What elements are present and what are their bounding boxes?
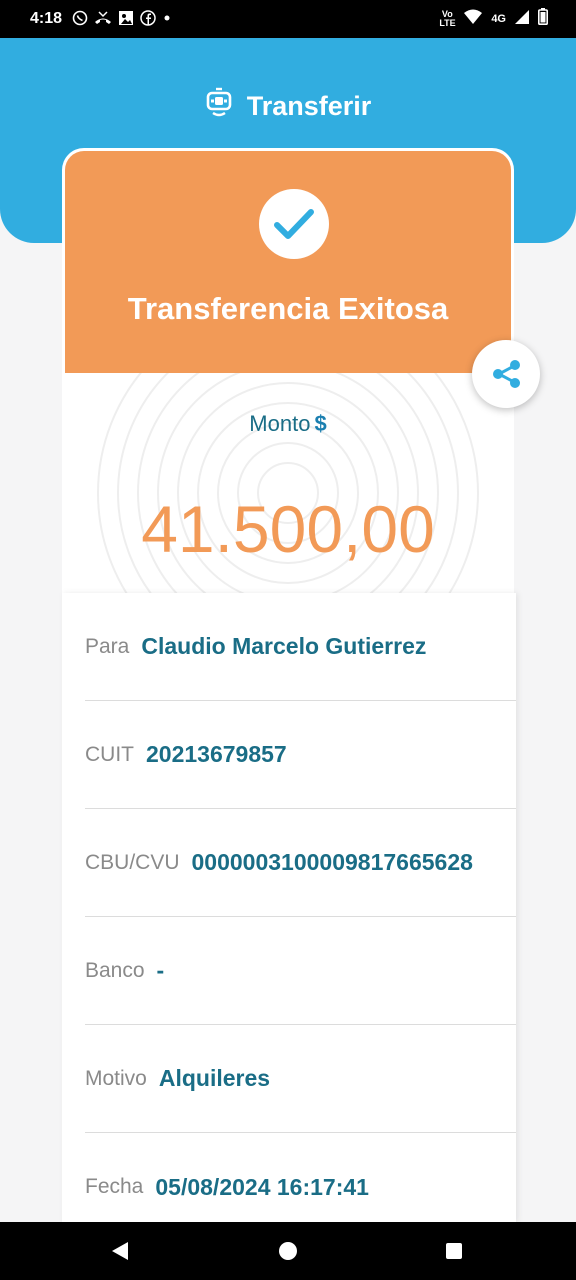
- back-icon[interactable]: [110, 1241, 130, 1261]
- header-title-bar: Transferir: [0, 86, 576, 126]
- missed-call-icon: [94, 10, 112, 28]
- signal-icon: [514, 9, 530, 30]
- detail-row-cuit: CUIT 20213679857: [85, 701, 516, 809]
- amount-value: 41.500,00: [141, 492, 435, 566]
- share-button[interactable]: [472, 340, 540, 408]
- success-card: Transferencia Exitosa: [62, 148, 514, 374]
- gallery-icon: [118, 10, 134, 28]
- detail-label: Banco: [85, 958, 145, 982]
- detail-row-banco: Banco -: [85, 917, 516, 1025]
- detail-value: Claudio Marcelo Gutierrez: [141, 633, 427, 659]
- transfer-details: Para Claudio Marcelo Gutierrez CUIT 2021…: [62, 593, 516, 1223]
- success-badge: [259, 189, 329, 259]
- recent-apps-icon[interactable]: [446, 1243, 462, 1259]
- transfer-icon: [205, 87, 233, 126]
- wifi-icon: [463, 9, 483, 30]
- whatsapp-icon: [72, 10, 88, 28]
- detail-label: Fecha: [85, 1175, 144, 1198]
- facebook-icon: [140, 10, 156, 28]
- page-title: Transferir: [246, 90, 372, 121]
- status-left: 4:18: [30, 10, 172, 28]
- detail-value: 20213679857: [146, 741, 287, 767]
- share-icon: [493, 360, 520, 388]
- detail-label: CBU/CVU: [85, 850, 180, 874]
- detail-value: 05/08/2024 16:17:41: [155, 1173, 369, 1200]
- detail-value: 0000003100009817665628: [191, 849, 473, 875]
- detail-value: Alquileres: [158, 1065, 271, 1091]
- amount-panel: Monto $ 41.500,00: [62, 373, 514, 593]
- amount-label-text: Monto: [249, 411, 311, 436]
- detail-label: Para: [85, 634, 130, 658]
- status-bar: 4:18 Vo LTE 4G: [0, 0, 576, 38]
- status-time: 4:18: [30, 10, 63, 27]
- volte-indicator: Vo LTE: [439, 9, 456, 28]
- detail-label: CUIT: [85, 742, 134, 766]
- detail-row-para: Para Claudio Marcelo Gutierrez: [85, 593, 516, 701]
- status-right: Vo LTE 4G: [439, 8, 548, 30]
- detail-label: Motivo: [85, 1066, 147, 1090]
- battery-icon: [538, 8, 548, 30]
- detail-value: -: [156, 957, 165, 983]
- amount-label: Monto $: [62, 411, 514, 437]
- check-icon: [274, 209, 314, 239]
- currency-symbol: $: [314, 411, 327, 436]
- success-title: Transferencia Exitosa: [127, 291, 449, 326]
- home-icon[interactable]: [279, 1242, 297, 1260]
- network-type: 4G: [491, 13, 506, 25]
- dot-icon: [162, 10, 172, 28]
- detail-row-cbu: CBU/CVU 0000003100009817665628: [85, 809, 516, 917]
- system-nav-bar: [0, 1222, 576, 1280]
- detail-row-motivo: Motivo Alquileres: [85, 1025, 516, 1133]
